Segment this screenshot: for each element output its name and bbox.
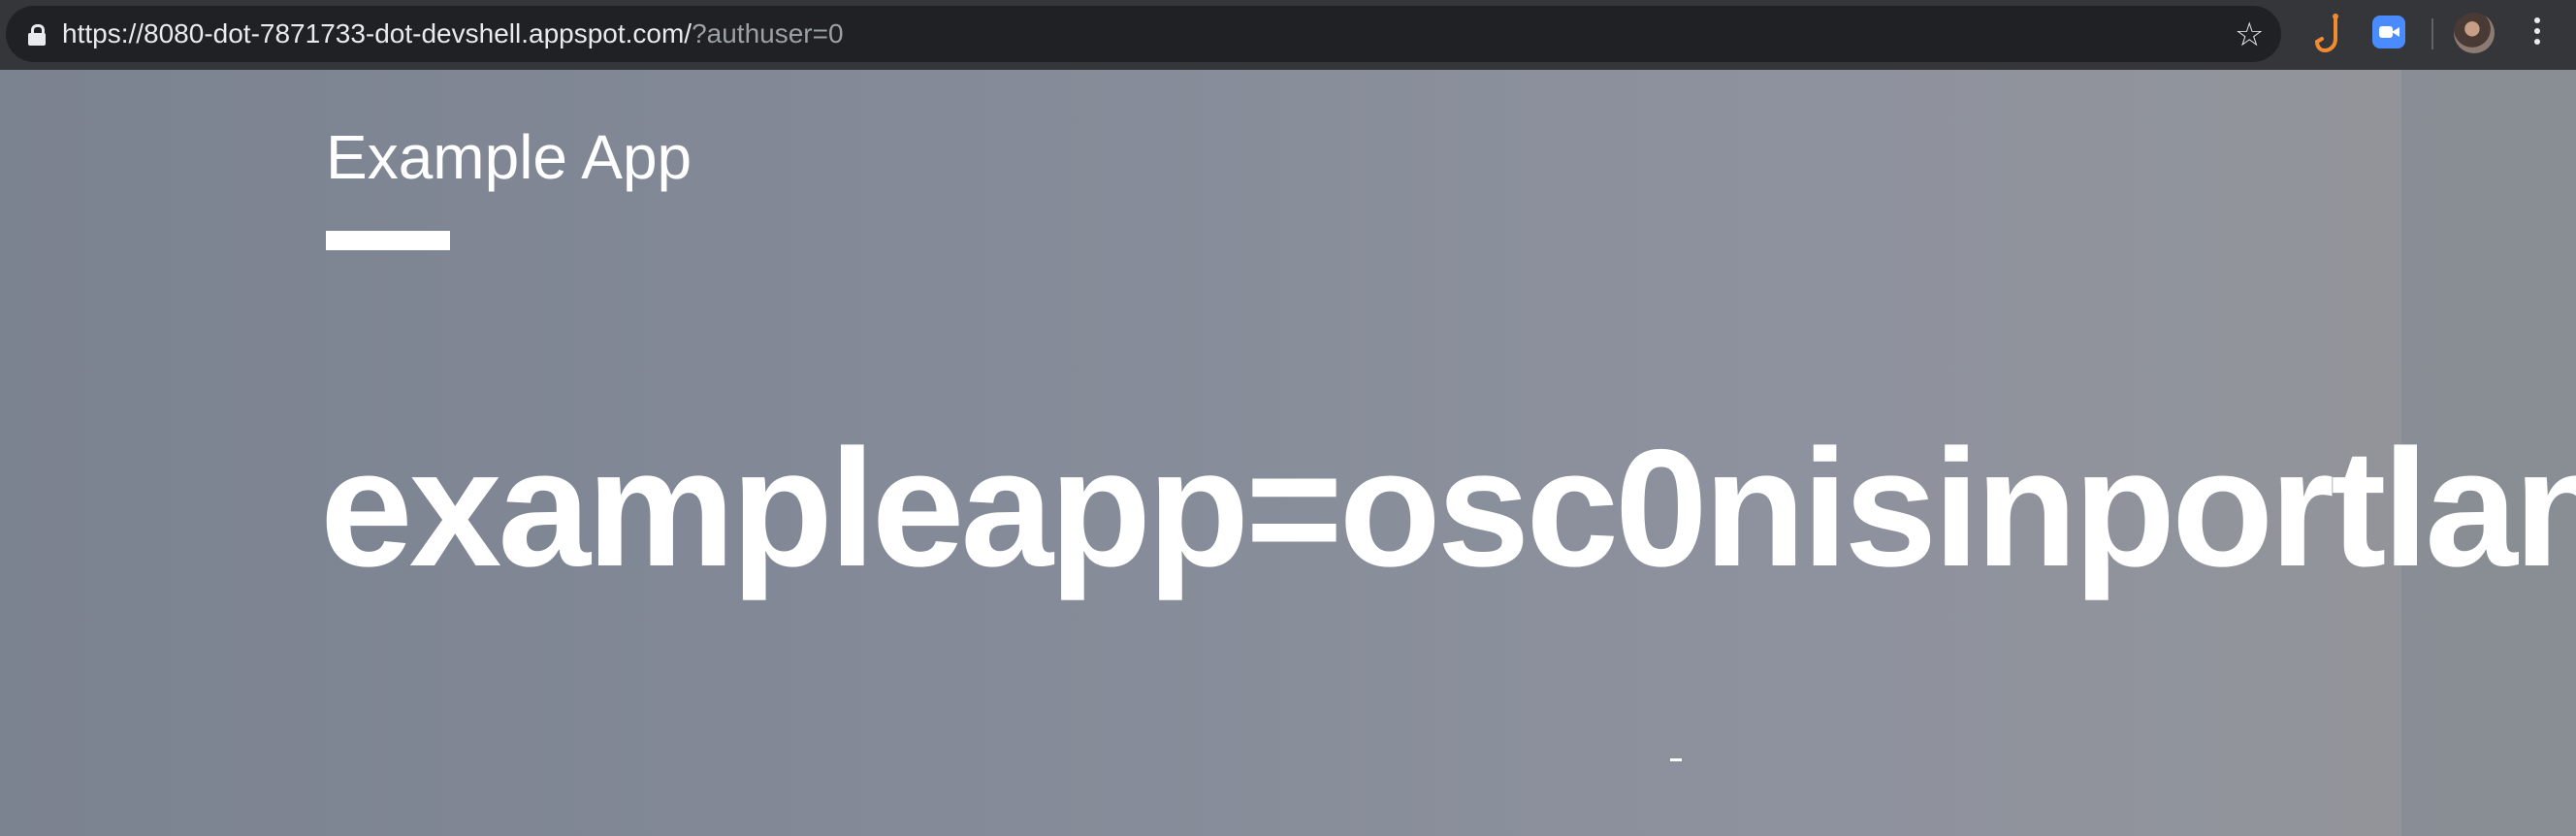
- more-vert-icon[interactable]: [2531, 17, 2543, 52]
- address-bar[interactable]: https://8080-dot-7871733-dot-devshell.ap…: [6, 6, 2281, 62]
- app-title: Example App: [326, 122, 692, 192]
- url-text[interactable]: https://8080-dot-7871733-dot-devshell.ap…: [62, 19, 844, 48]
- browser-toolbar: https://8080-dot-7871733-dot-devshell.ap…: [0, 0, 2576, 70]
- url-host: https://8080-dot-7871733-dot-devshell.ap…: [62, 18, 692, 48]
- star-icon[interactable]: ☆: [2235, 18, 2264, 51]
- small-dash-mark: [1670, 758, 1682, 761]
- hook-extension-icon[interactable]: [2312, 12, 2351, 54]
- toolbar-divider: [2431, 18, 2433, 49]
- url-query: ?authuser=0: [692, 18, 844, 48]
- title-underline: [326, 231, 450, 250]
- lock-icon[interactable]: [27, 24, 47, 46]
- zoom-video-icon[interactable]: [2372, 16, 2405, 48]
- hero-text: exampleapp=osc0nisinportland: [320, 415, 2576, 601]
- avatar[interactable]: [2454, 13, 2495, 53]
- page-content: Example App exampleapp=osc0nisinportland: [0, 70, 2576, 836]
